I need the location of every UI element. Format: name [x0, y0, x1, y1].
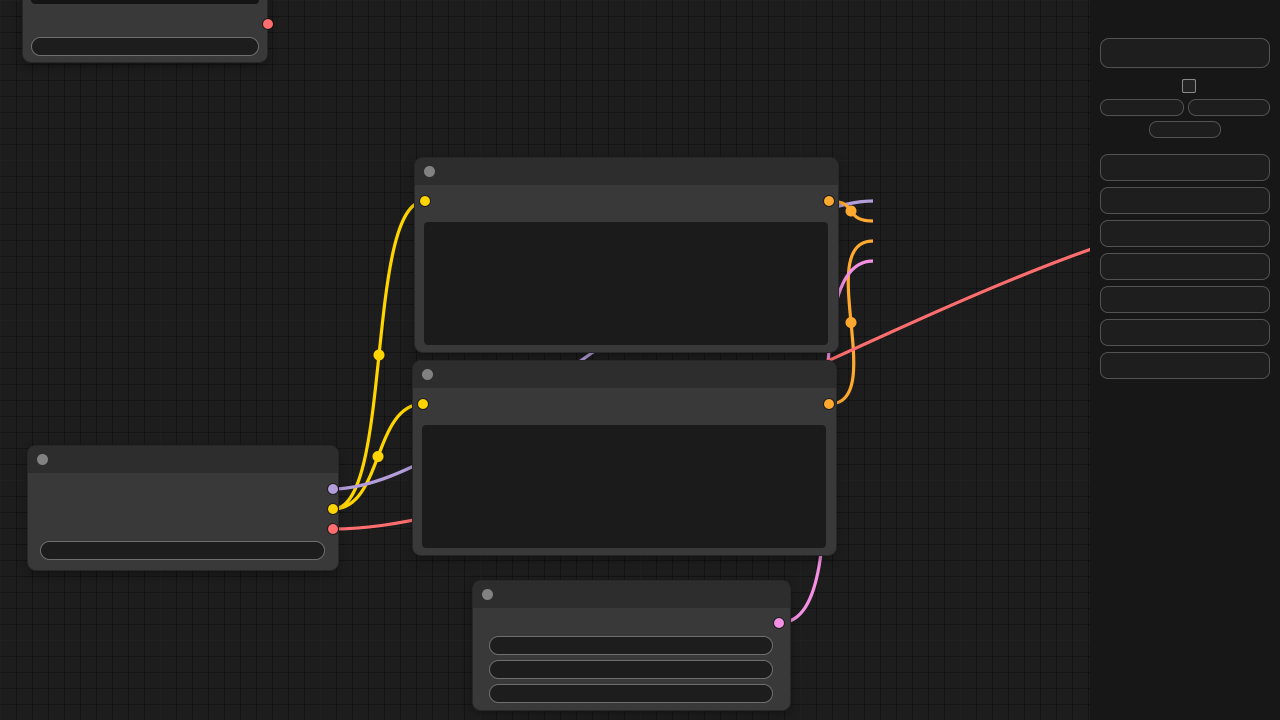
collapse-dot-icon[interactable]	[37, 454, 48, 465]
port-conditioning[interactable]	[824, 196, 834, 206]
widget-vae_name[interactable]	[31, 37, 259, 56]
clip-text-encode-negative-node[interactable]	[413, 361, 836, 555]
collapse-dot-icon[interactable]	[482, 589, 493, 600]
load-checkpoint-node[interactable]	[28, 446, 338, 570]
load-button[interactable]	[1100, 187, 1270, 214]
clipspace-button[interactable]	[1100, 253, 1270, 280]
node-title-bar[interactable]	[415, 158, 838, 185]
empty-latent-image-node[interactable]	[473, 581, 790, 710]
comfy-menu-panel	[1090, 0, 1280, 720]
extra-options-checkbox[interactable]	[1182, 79, 1196, 93]
graph-canvas[interactable]	[0, 0, 1280, 720]
view-history-button[interactable]	[1149, 121, 1221, 138]
prompt-textarea[interactable]	[422, 425, 826, 548]
load-default-button[interactable]	[1100, 319, 1270, 346]
port-clip[interactable]	[328, 504, 338, 514]
port-vae[interactable]	[263, 19, 273, 29]
clipped-widget-strip	[31, 0, 259, 4]
widget-width[interactable]	[489, 636, 773, 655]
clear-button[interactable]	[1100, 286, 1270, 313]
port-vae[interactable]	[328, 524, 338, 534]
widget-combo[interactable]	[40, 541, 325, 560]
node-title-bar[interactable]	[473, 581, 790, 608]
queue-small-buttons	[1100, 99, 1270, 116]
clip-text-encode-positive-node[interactable]	[415, 158, 838, 352]
prompt-textarea[interactable]	[424, 222, 828, 345]
extra-options-row	[1100, 78, 1270, 93]
reset-view-button[interactable]	[1100, 352, 1270, 379]
queue-prompt-button[interactable]	[1100, 38, 1270, 68]
port-latent[interactable]	[774, 618, 784, 628]
port-clip[interactable]	[420, 196, 430, 206]
queue-front-button[interactable]	[1100, 99, 1184, 116]
collapse-dot-icon[interactable]	[422, 369, 433, 380]
port-conditioning[interactable]	[824, 399, 834, 409]
port-clip[interactable]	[418, 399, 428, 409]
collapse-dot-icon[interactable]	[424, 166, 435, 177]
port-model[interactable]	[328, 484, 338, 494]
view-queue-button[interactable]	[1188, 99, 1270, 116]
node-title-bar[interactable]	[413, 361, 836, 388]
view-history-row	[1100, 121, 1270, 138]
widget-height[interactable]	[489, 660, 773, 679]
node-title-bar[interactable]	[28, 446, 338, 473]
queue-row	[1100, 10, 1270, 30]
save-button[interactable]	[1100, 154, 1270, 181]
widget-batch_size[interactable]	[489, 684, 773, 703]
load-vae-node[interactable]	[23, 0, 267, 62]
refresh-button[interactable]	[1100, 220, 1270, 247]
